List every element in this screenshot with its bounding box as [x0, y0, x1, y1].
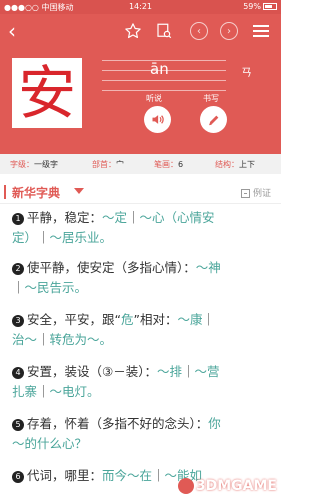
definition-line: ｜～民告示。: [12, 278, 262, 298]
example-word[interactable]: ～营: [195, 364, 220, 379]
definition-text: ｜: [152, 468, 165, 483]
example-word[interactable]: 而今～在: [102, 468, 152, 483]
previous-char-icon[interactable]: ‹: [190, 22, 208, 40]
listen-button[interactable]: [144, 106, 171, 133]
watermark: 3DMGAME: [177, 478, 277, 494]
level-info: 字级：一级字: [10, 160, 58, 169]
write-button[interactable]: [200, 106, 227, 133]
dictionary-selector[interactable]: 新华字典: [12, 184, 60, 201]
definition-text: 存着，怀着（多指不好的念头）：: [27, 416, 209, 431]
pencil-icon: [208, 115, 218, 125]
definition-line: ～的什么心？: [12, 434, 262, 454]
definition-text: 平静，稳定：: [27, 210, 103, 225]
definition-number: 3: [12, 315, 24, 327]
example-word[interactable]: ～的什么心？: [12, 436, 87, 451]
example-word[interactable]: ～定: [102, 210, 127, 225]
definition-text: 安全，平安，跟“: [27, 312, 121, 327]
example-word[interactable]: ～康: [177, 312, 202, 327]
next-char-icon[interactable]: ›: [220, 22, 238, 40]
zhuyin: ㄢ: [241, 66, 252, 79]
definition-item: 5 存着，怀着（多指不好的念头）：你 ～的什么心？: [12, 414, 262, 454]
definition-text: 代词，哪里：: [27, 468, 103, 483]
definition-line: 3 安全，平安，跟“危”相对：～康｜: [12, 310, 262, 330]
example-word[interactable]: 危: [121, 312, 134, 327]
battery-status: 59%: [243, 2, 277, 11]
example-word[interactable]: ～排: [157, 364, 182, 379]
watermark-logo: [177, 478, 194, 494]
section-accent-bar: [4, 185, 6, 199]
example-word[interactable]: ～神: [196, 260, 221, 275]
definition-text: ｜: [127, 210, 140, 225]
example-word[interactable]: ～民告示。: [25, 280, 88, 295]
example-toggle[interactable]: 例证: [240, 186, 271, 199]
definition-line: 扎寨｜～电灯。: [12, 382, 262, 402]
guideline: [102, 90, 226, 91]
definition-number: 6: [12, 471, 24, 483]
definition-text: ｜: [37, 332, 50, 347]
status-time: 14:21: [128, 2, 153, 11]
speaker-icon: [152, 115, 164, 124]
example-word[interactable]: ～电灯。: [50, 384, 100, 399]
example-word[interactable]: 治～: [12, 332, 37, 347]
menu-icon[interactable]: [252, 22, 270, 40]
definition-text: －装）：: [113, 364, 157, 379]
character-header: ‹ ‹ › 安 ān ㄢ 听说 书写: [0, 14, 281, 154]
definition-item: 2 使平静，使安定（多指心情）：～神 ｜～民告示。: [12, 258, 262, 298]
definition-line: 5 存着，怀着（多指不好的念头）：你: [12, 414, 262, 434]
example-word[interactable]: 转危为～。: [50, 332, 113, 347]
collapse-box-icon: [240, 189, 250, 198]
definition-text: ｜: [202, 312, 216, 327]
definition-line: 2 使平静，使安定（多指心情）：～神: [12, 258, 262, 278]
structure-info: 结构：上下: [215, 160, 255, 169]
definition-item: 4 安置，装设（③－装）：～排｜～营 扎寨｜～电灯。: [12, 362, 262, 402]
definition-text: ｜: [12, 280, 25, 295]
battery-icon: [263, 3, 277, 10]
definition-text: ｜: [182, 364, 195, 379]
definition-line: 治～｜转危为～。: [12, 330, 262, 350]
definition-line: 定）｜～居乐业。: [12, 228, 262, 248]
caret-down-icon[interactable]: [74, 188, 84, 194]
search-book-icon[interactable]: [155, 22, 173, 40]
definition-number: 4: [12, 367, 24, 379]
status-bar: ●●●○○ 中国移动 14:21 59%: [0, 0, 281, 14]
definition-text: ”相对：: [133, 312, 178, 327]
character-info-bar: 字级：一级字 部首：宀 笔画：6 结构：上下: [0, 154, 281, 174]
example-word[interactable]: ～心（心情安: [140, 210, 215, 225]
definition-text: ｜: [37, 384, 50, 399]
favorite-star-icon[interactable]: [124, 22, 142, 40]
definition-number: 2: [12, 263, 24, 275]
example-word[interactable]: ～居乐业。: [50, 230, 113, 245]
dictionary-header: 新华字典 例证: [0, 180, 281, 204]
example-word[interactable]: 扎寨: [12, 384, 37, 399]
definition-text: ｜: [37, 230, 50, 245]
definition-text: 使平静，使安定（多指心情）：: [27, 260, 196, 275]
pinyin: ān: [150, 60, 169, 78]
definition-text: 安置，装设（: [27, 364, 103, 379]
listen-label: 听说: [146, 94, 162, 103]
example-word[interactable]: 定）: [12, 230, 37, 245]
write-label: 书写: [203, 94, 219, 103]
top-bar: ‹ ‹ ›: [0, 14, 281, 48]
definition-line: 4 安置，装设（③－装）：～排｜～营: [12, 362, 262, 382]
definition-item: 3 安全，平安，跟“危”相对：～康｜ 治～｜转危为～。: [12, 310, 262, 350]
guideline: [102, 80, 226, 81]
definition-item: 1 平静，稳定：～定｜～心（心情安 定）｜～居乐业。: [12, 208, 262, 248]
definition-number: 5: [12, 419, 24, 431]
definition-line: 1 平静，稳定：～定｜～心（心情安: [12, 208, 262, 228]
character-glyph: 安: [17, 59, 76, 127]
character-display: 安: [12, 58, 82, 128]
strokes-info: 笔画：6: [154, 160, 184, 169]
radical-info: 部首：宀: [92, 160, 124, 169]
definition-text: ③: [102, 364, 114, 379]
definition-number: 1: [12, 213, 24, 225]
back-button[interactable]: ‹: [8, 19, 16, 43]
example-word[interactable]: 你: [208, 416, 221, 431]
